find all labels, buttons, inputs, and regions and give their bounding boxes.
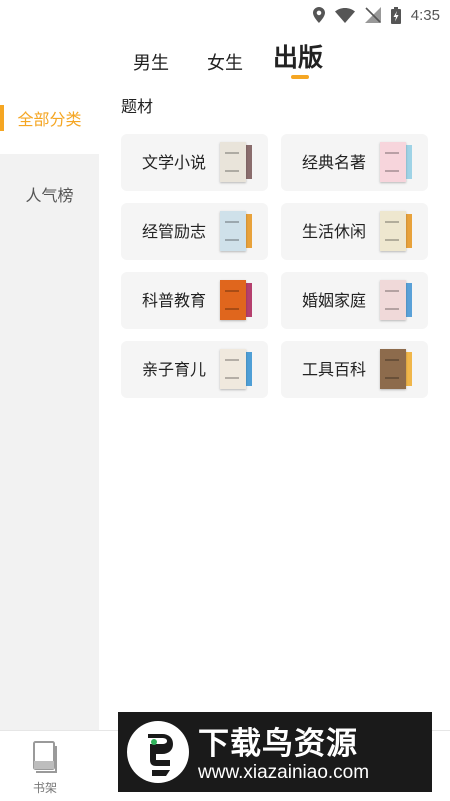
category-label: 婚姻家庭 bbox=[302, 291, 367, 310]
cover-front bbox=[220, 280, 246, 320]
tab-female[interactable]: 女生 bbox=[207, 49, 243, 75]
category-label: 经典名著 bbox=[302, 153, 367, 172]
book-cover-icon bbox=[220, 142, 252, 182]
status-bar: 4:35 bbox=[0, 0, 450, 30]
category-label: 经管励志 bbox=[142, 222, 207, 241]
category-tabs: 男生 女生 出版 bbox=[0, 38, 450, 80]
book-cover-icon bbox=[380, 280, 412, 320]
sidebar-item-label: 全部分类 bbox=[17, 110, 82, 129]
category-card-parenting[interactable]: 亲子育儿 bbox=[121, 341, 268, 398]
sidebar-item-label: 人气榜 bbox=[25, 186, 74, 205]
cover-front bbox=[220, 211, 246, 251]
sidebar: 全部分类 人气榜 bbox=[0, 82, 99, 730]
book-cover-icon bbox=[220, 349, 252, 389]
cover-front bbox=[380, 142, 406, 182]
watermark-title: 下载鸟资源 bbox=[198, 726, 358, 762]
cover-front bbox=[380, 280, 406, 320]
category-card-marriage[interactable]: 婚姻家庭 bbox=[281, 272, 428, 329]
bookshelf-label: 书架 bbox=[32, 781, 57, 795]
wifi-icon bbox=[334, 7, 355, 23]
category-content: 题材 文学小说 经典名著 经管励志 生活休闲 科普教育 婚姻家庭 亲子育儿 工具… bbox=[121, 95, 431, 398]
bookshelf-icon bbox=[33, 741, 57, 773]
sidebar-active-marker bbox=[0, 105, 4, 131]
category-card-lifestyle[interactable]: 生活休闲 bbox=[281, 203, 428, 260]
watermark-banner: 下载鸟资源 www.xiazainiao.com bbox=[118, 712, 432, 792]
category-label: 工具百科 bbox=[302, 360, 367, 379]
category-label: 亲子育儿 bbox=[142, 360, 207, 379]
category-card-business[interactable]: 经管励志 bbox=[121, 203, 268, 260]
book-cover-icon bbox=[220, 211, 252, 251]
no-signal-icon bbox=[364, 7, 381, 23]
category-label: 科普教育 bbox=[142, 291, 207, 310]
status-time: 4:35 bbox=[410, 6, 440, 24]
category-label: 文学小说 bbox=[142, 153, 207, 172]
category-card-reference[interactable]: 工具百科 bbox=[281, 341, 428, 398]
category-card-science[interactable]: 科普教育 bbox=[121, 272, 268, 329]
location-icon bbox=[312, 7, 325, 23]
sidebar-item-all-categories[interactable]: 全部分类 bbox=[0, 82, 99, 154]
bookshelf-button[interactable]: 书架 bbox=[22, 741, 68, 796]
book-cover-icon bbox=[380, 349, 412, 389]
book-cover-icon bbox=[380, 211, 412, 251]
book-cover-icon bbox=[220, 280, 252, 320]
section-title: 题材 bbox=[121, 97, 154, 116]
sidebar-item-popularity-ranking[interactable]: 人气榜 bbox=[0, 158, 99, 230]
battery-charging-icon bbox=[390, 6, 401, 24]
tab-publish[interactable]: 出版 bbox=[273, 38, 323, 74]
watermark-url: www.xiazainiao.com bbox=[198, 762, 370, 783]
active-tab-indicator bbox=[291, 75, 309, 79]
cover-front bbox=[220, 349, 246, 389]
category-label: 生活休闲 bbox=[302, 222, 367, 241]
tab-male[interactable]: 男生 bbox=[133, 49, 169, 75]
category-card-literature[interactable]: 文学小说 bbox=[121, 134, 268, 191]
status-icons: 4:35 bbox=[312, 5, 440, 25]
cover-front bbox=[380, 349, 406, 389]
category-card-classics[interactable]: 经典名著 bbox=[281, 134, 428, 191]
bird-logo-icon bbox=[127, 721, 189, 783]
book-cover-icon bbox=[380, 142, 412, 182]
cover-front bbox=[380, 211, 406, 251]
cover-front bbox=[220, 142, 246, 182]
